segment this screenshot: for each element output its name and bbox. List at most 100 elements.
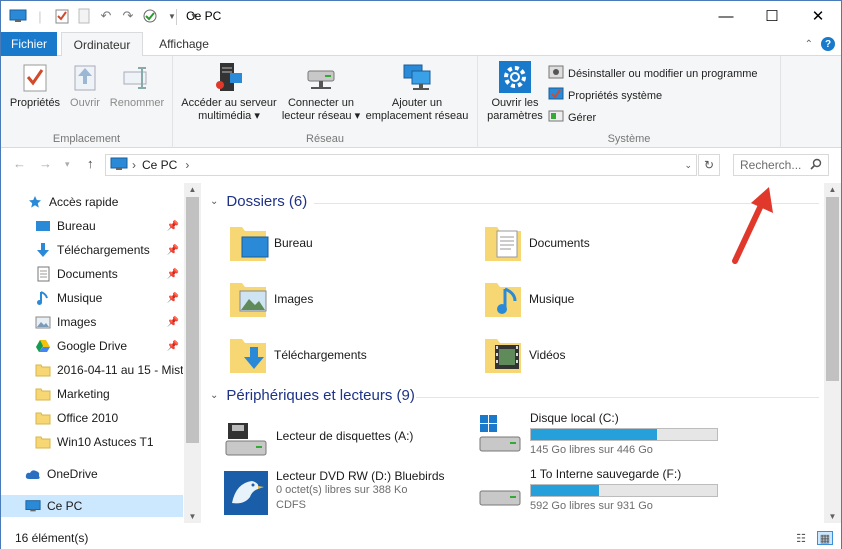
recent-locations-icon[interactable]: ▾ — [65, 159, 70, 170]
open-settings-button[interactable]: Ouvrir les paramètres — [484, 60, 546, 123]
navpane-scroll-thumb[interactable] — [186, 197, 199, 443]
folder-tile-documents[interactable]: Documents — [481, 221, 590, 265]
collapse-chevron-icon[interactable]: ⌄ — [210, 196, 218, 207]
nav-item-google-drive[interactable]: Google Drive 📌 — [1, 335, 183, 357]
nav-item-folder[interactable]: Marketing — [1, 383, 183, 405]
floppy-drive-icon — [222, 415, 270, 463]
breadcrumb-separator-icon: › — [132, 158, 136, 172]
undo-icon[interactable]: ↶ — [97, 7, 115, 25]
hard-drive-icon — [476, 467, 524, 515]
view-toggle: ☷ ▦ — [793, 531, 833, 545]
tab-file[interactable]: Fichier — [1, 32, 57, 56]
folder-tile-videos[interactable]: Vidéos — [481, 333, 565, 377]
chevron-down-icon[interactable]: ▼ — [163, 7, 181, 25]
folder-label: Téléchargements — [274, 348, 367, 362]
address-dropdown-icon[interactable]: ⌄ — [684, 160, 692, 171]
folder-tile-desktop[interactable]: Bureau — [226, 221, 313, 265]
nav-item-desktop[interactable]: Bureau 📌 — [1, 215, 183, 237]
drive-tile-c[interactable]: Disque local (C:) 145 Go libres sur 446 … — [476, 411, 718, 459]
drive-tile-f[interactable]: 1 To Interne sauvegarde (F:) 592 Go libr… — [476, 467, 718, 515]
add-network-location-button[interactable]: Ajouter un emplacement réseau — [363, 60, 471, 123]
folder-tile-pictures[interactable]: Images — [226, 277, 313, 321]
forward-arrow-icon[interactable]: → — [39, 156, 52, 171]
manage-button[interactable]: Gérer — [548, 108, 596, 127]
nav-item-music[interactable]: Musique 📌 — [1, 287, 183, 309]
nav-onedrive[interactable]: OneDrive — [1, 463, 183, 485]
tab-view[interactable]: Affichage — [149, 32, 219, 56]
drive-tile-dvd[interactable]: Lecteur DVD RW (D:) Bluebirds 0 octet(s)… — [222, 469, 445, 517]
nav-quick-access[interactable]: Accès rapide — [1, 191, 183, 213]
collapse-ribbon-icon[interactable]: ⌃ — [805, 39, 813, 50]
collapse-chevron-icon[interactable]: ⌄ — [210, 390, 218, 401]
pin-icon[interactable]: 📌 — [167, 317, 179, 328]
media-server-label-1: Accéder au serveur — [181, 97, 277, 109]
scroll-up-icon[interactable]: ▲ — [824, 185, 841, 194]
properties-label: Propriétés — [9, 97, 61, 109]
back-arrow-icon[interactable]: ← — [13, 156, 26, 171]
redo-icon[interactable]: ↷ — [119, 7, 137, 25]
minimize-button[interactable]: — — [703, 1, 749, 31]
folder-icon — [35, 386, 51, 402]
onedrive-cloud-icon — [25, 466, 41, 482]
details-view-icon[interactable]: ☷ — [793, 531, 809, 545]
nav-item-folder[interactable]: Office 2010 — [1, 407, 183, 429]
nav-item-documents[interactable]: Documents 📌 — [1, 263, 183, 285]
close-button[interactable]: ✕ — [795, 1, 841, 31]
pin-icon[interactable]: 📌 — [167, 221, 179, 232]
add-network-label-2: emplacement réseau — [365, 110, 469, 122]
uninstall-label: Désinstaller ou modifier un programme — [568, 67, 758, 80]
address-bar[interactable]: › Ce PC › ⌄ — [105, 154, 697, 176]
search-input[interactable]: Recherch... — [733, 154, 829, 176]
breadcrumb-this-pc[interactable]: Ce PC — [142, 158, 177, 172]
folder-icon — [35, 410, 51, 426]
system-properties-icon — [548, 86, 564, 105]
pin-icon[interactable]: 📌 — [167, 245, 179, 256]
content-scroll-thumb[interactable] — [826, 197, 839, 381]
open-button[interactable]: Ouvrir — [63, 60, 107, 110]
folder-tile-music[interactable]: Musique — [481, 277, 574, 321]
system-properties-button[interactable]: Propriétés système — [548, 86, 662, 105]
window-title: Ce PC — [186, 9, 222, 23]
ribbon-tab-controls: ⌃ ? — [805, 37, 835, 51]
folders-group-header[interactable]: ⌄ Dossiers (6) — [210, 193, 307, 210]
properties-button[interactable]: Propriétés — [7, 60, 63, 110]
pin-icon[interactable]: 📌 — [167, 269, 179, 280]
new-folder-qat-icon[interactable] — [75, 7, 93, 25]
nav-item-folder[interactable]: Win10 Astuces T1 — [1, 431, 183, 453]
nav-item-folder[interactable]: 2016-04-11 au 15 - Mistral — [1, 359, 183, 381]
breadcrumb-chevron-icon[interactable]: › — [185, 158, 189, 172]
drive-name: Lecteur de disquettes (A:) — [276, 429, 414, 443]
this-pc-icon[interactable] — [9, 7, 27, 25]
navpane-scrollbar[interactable]: ▲ ▼ — [184, 183, 201, 523]
up-arrow-icon[interactable]: ↑ — [87, 156, 94, 171]
media-server-button[interactable]: Accéder au serveur multimédia ▾ — [177, 60, 281, 123]
pin-icon[interactable]: 📌 — [167, 341, 179, 352]
nav-item-pictures[interactable]: Images 📌 — [1, 311, 183, 333]
scroll-down-icon[interactable]: ▼ — [184, 512, 201, 521]
tiles-view-icon[interactable]: ▦ — [817, 531, 833, 545]
scroll-down-icon[interactable]: ▼ — [824, 512, 841, 521]
nav-this-pc[interactable]: Ce PC — [1, 495, 183, 517]
refresh-button[interactable]: ↻ — [698, 154, 720, 176]
scroll-up-icon[interactable]: ▲ — [184, 185, 201, 194]
rename-button[interactable]: Renommer — [107, 60, 167, 110]
manage-label: Gérer — [568, 111, 597, 124]
nav-item-downloads[interactable]: Téléchargements 📌 — [1, 239, 183, 261]
properties-qat-icon[interactable] — [53, 7, 71, 25]
search-icon — [810, 158, 822, 173]
help-icon[interactable]: ? — [821, 37, 835, 51]
pin-icon[interactable]: 📌 — [167, 293, 179, 304]
media-server-label-2-text: multimédia — [198, 110, 252, 122]
uninstall-programs-button[interactable]: Désinstaller ou modifier un programme — [548, 64, 758, 83]
picture-icon — [35, 314, 51, 330]
folder-tile-downloads[interactable]: Téléchargements — [226, 333, 367, 377]
music-folder-icon — [481, 277, 525, 321]
maximize-button[interactable]: ☐ — [749, 1, 795, 31]
tab-computer[interactable]: Ordinateur — [61, 32, 143, 57]
folder-label: Musique — [529, 292, 575, 306]
drive-tile-floppy[interactable]: Lecteur de disquettes (A:) — [222, 415, 413, 463]
map-drive-button[interactable]: Connecter un lecteur réseau ▾ — [281, 60, 361, 123]
checkmark-qat-icon[interactable] — [141, 7, 159, 25]
content-scrollbar[interactable]: ▲ ▼ — [824, 183, 841, 523]
devices-group-header[interactable]: ⌄ Périphériques et lecteurs (9) — [210, 387, 415, 404]
